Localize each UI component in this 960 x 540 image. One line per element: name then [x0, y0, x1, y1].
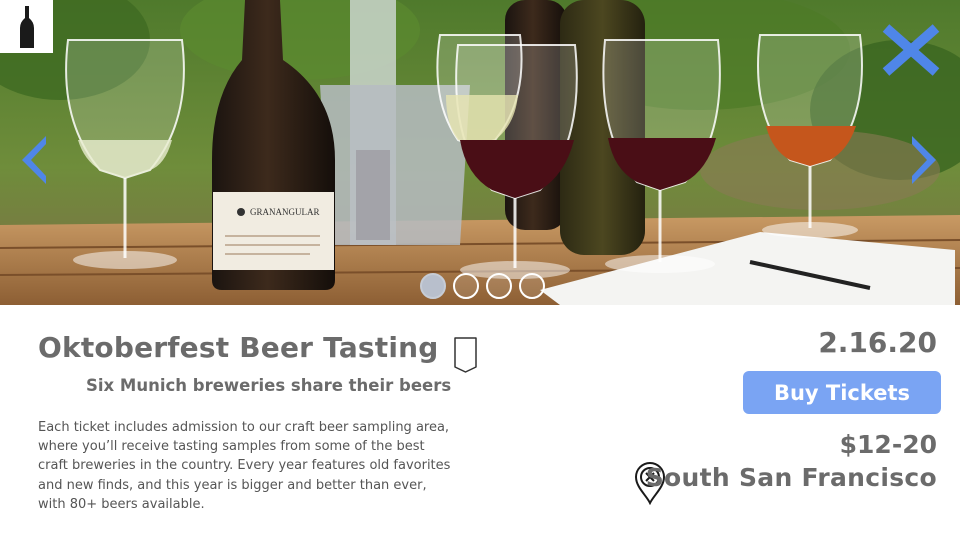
- event-description: Each ticket includes admission to our cr…: [38, 420, 451, 512]
- carousel-dot-4[interactable]: [519, 273, 545, 299]
- bookmark-icon: [454, 337, 477, 373]
- chevron-right-icon: [912, 136, 936, 184]
- next-slide-button[interactable]: [908, 134, 940, 186]
- event-location[interactable]: South San Francisco: [646, 463, 937, 492]
- chevron-left-icon: [22, 136, 46, 184]
- event-photo: GRANANGULAR: [0, 0, 960, 305]
- close-x-icon: [882, 24, 940, 76]
- ticket-price: $12-20: [839, 430, 937, 459]
- carousel-dot-2[interactable]: [453, 273, 479, 299]
- event-title: Oktoberfest Beer Tasting: [38, 331, 439, 364]
- close-button[interactable]: [880, 22, 942, 78]
- carousel-dot-3[interactable]: [486, 273, 512, 299]
- carousel-pagination: [420, 273, 545, 299]
- svg-text:GRANANGULAR: GRANANGULAR: [250, 207, 320, 217]
- carousel-dot-1[interactable]: [420, 273, 446, 299]
- previous-slide-button[interactable]: [18, 134, 50, 186]
- logo[interactable]: [0, 0, 53, 53]
- event-subtitle: Six Munich breweries share their beers: [86, 376, 452, 395]
- hero-carousel: GRANANGULAR: [0, 0, 960, 305]
- bookmark-button[interactable]: [453, 336, 478, 374]
- wine-bottle-icon: [19, 5, 34, 48]
- event-date: 2.16.20: [818, 326, 937, 359]
- buy-tickets-button[interactable]: Buy Tickets: [743, 371, 941, 414]
